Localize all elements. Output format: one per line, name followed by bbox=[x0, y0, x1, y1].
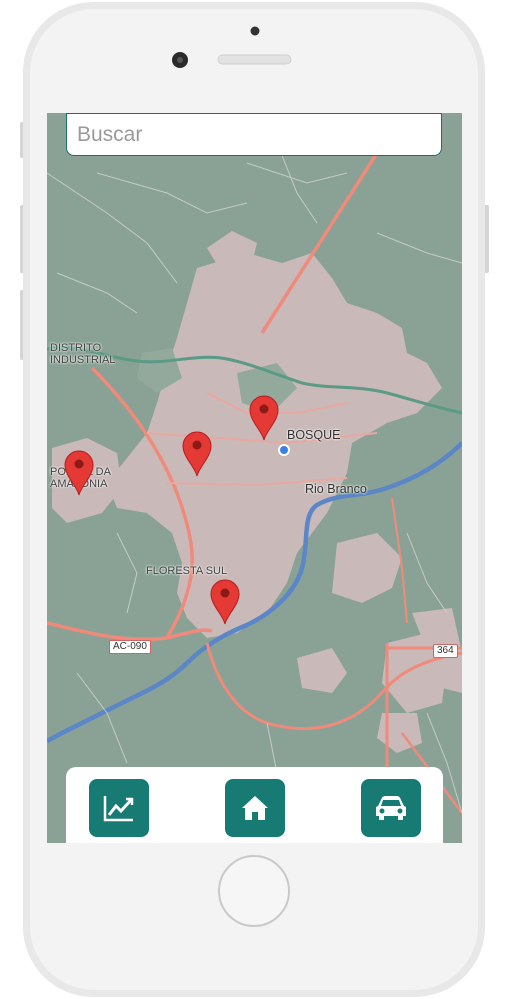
map-canvas[interactable] bbox=[47, 113, 462, 843]
chart-line-icon bbox=[103, 796, 134, 822]
road-shield-ac090: AC-090 bbox=[109, 640, 151, 654]
map-marker-pin[interactable] bbox=[181, 431, 213, 477]
home-icon bbox=[242, 796, 268, 820]
map-screen[interactable]: DISTRITO INDUSTRIAL BOSQUE Rio Branco FL… bbox=[47, 113, 462, 843]
district-label-line2: INDUSTRIAL bbox=[50, 354, 116, 366]
search-input[interactable] bbox=[67, 114, 441, 155]
map-marker-pin[interactable] bbox=[63, 450, 95, 496]
car-button[interactable] bbox=[361, 779, 421, 837]
road-shield-364: 364 bbox=[433, 644, 458, 658]
neighborhood-label-floresta-sul: FLORESTA SUL bbox=[146, 565, 228, 577]
stats-button[interactable] bbox=[89, 779, 149, 837]
map-marker-pin[interactable] bbox=[248, 395, 280, 441]
neighborhood-label-bosque: BOSQUE bbox=[287, 428, 341, 442]
search-box[interactable] bbox=[66, 113, 442, 156]
home-button[interactable] bbox=[225, 779, 285, 837]
city-label-rio-branco: Rio Branco bbox=[305, 482, 367, 496]
bottom-toolbar bbox=[66, 767, 443, 843]
map-marker-pin[interactable] bbox=[209, 579, 241, 625]
district-label-line1: DISTRITO bbox=[50, 342, 102, 354]
current-location-dot bbox=[278, 444, 290, 456]
car-icon bbox=[376, 796, 406, 820]
